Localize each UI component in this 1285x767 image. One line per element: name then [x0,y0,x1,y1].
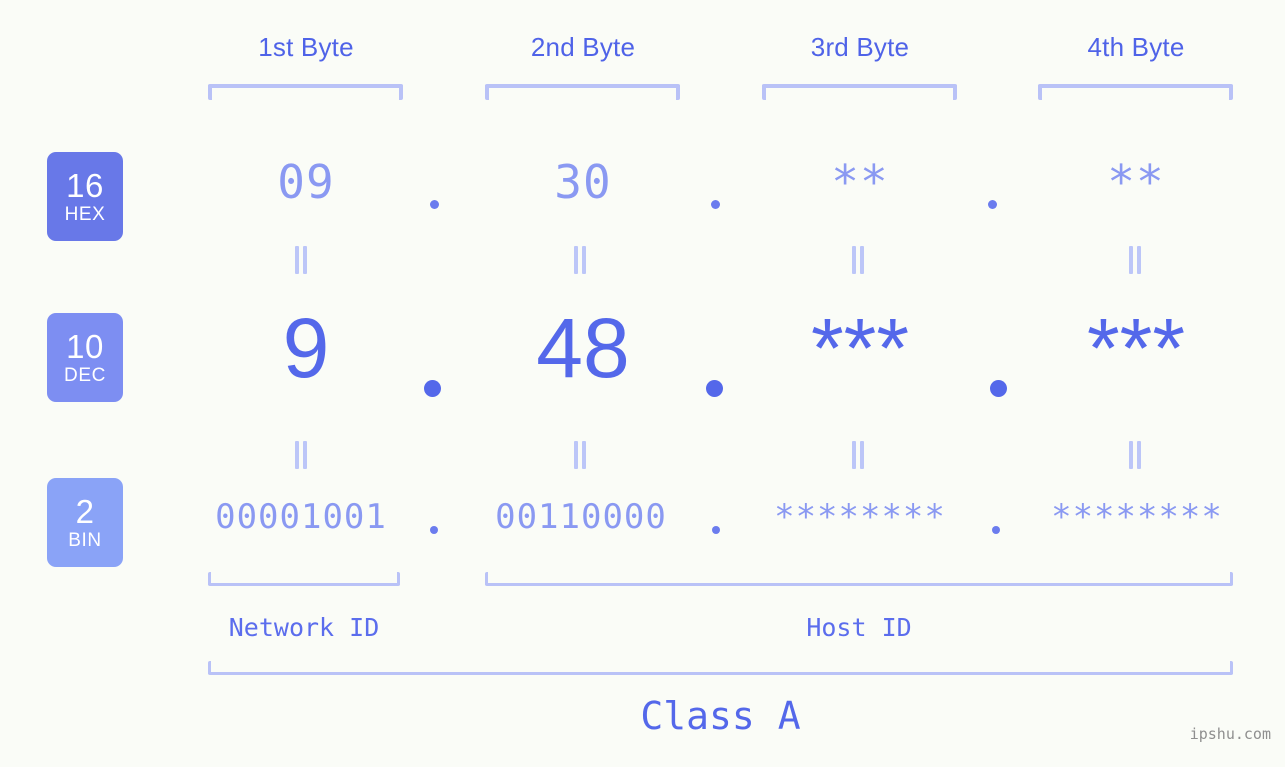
host-id-bracket [485,572,1233,586]
class-bracket [208,661,1233,675]
byte-bracket-1 [208,84,403,100]
hex-byte-2: 30 [554,155,612,209]
equals-icon-dec-bin-3 [850,441,866,469]
base-badge-bin-number: 2 [75,493,95,530]
byte-bracket-4 [1038,84,1233,100]
equals-icon-hex-dec-1 [293,246,309,274]
equals-icon-hex-dec-4 [1127,246,1143,274]
base-badge-hex-number: 16 [66,167,104,204]
byte-header-3: 3rd Byte [810,32,910,62]
hex-separator-dot-2 [711,200,720,209]
dec-separator-dot-2 [706,380,723,397]
dec-byte-3: *** [810,301,910,395]
bin-separator-dot-2 [712,526,720,534]
equals-icon-hex-dec-3 [850,246,866,274]
dec-separator-dot-3 [990,380,1007,397]
base-badge-hex-abbr: HEX [64,204,106,225]
base-badge-hex: 16 HEX [47,152,123,241]
byte-bracket-2 [485,84,680,100]
site-watermark: ipshu.com [1189,725,1271,743]
base-badge-bin-abbr: BIN [68,530,102,551]
dec-byte-4: *** [1086,301,1186,395]
base-badge-dec: 10 DEC [47,313,123,402]
bin-byte-4: ******** [1051,497,1223,537]
bin-byte-1: 00001001 [215,497,387,537]
bin-byte-3: ******** [774,497,946,537]
dec-separator-dot-1 [424,380,441,397]
byte-header-4: 4th Byte [1087,32,1185,62]
bin-separator-dot-1 [430,526,438,534]
base-badge-dec-number: 10 [66,328,104,365]
equals-icon-dec-bin-1 [293,441,309,469]
byte-header-1: 1st Byte [258,32,354,62]
base-badge-bin: 2 BIN [47,478,123,567]
base-badge-dec-abbr: DEC [64,365,106,386]
byte-bracket-3 [762,84,957,100]
hex-byte-3: ** [831,155,889,209]
equals-icon-dec-bin-2 [572,441,588,469]
hex-separator-dot-1 [430,200,439,209]
network-id-bracket [208,572,400,586]
equals-icon-dec-bin-4 [1127,441,1143,469]
byte-header-2: 2nd Byte [530,32,636,62]
network-id-label: Network ID [228,613,380,642]
class-label: Class A [640,694,801,738]
hex-byte-1: 09 [277,155,335,209]
bin-byte-2: 00110000 [495,497,667,537]
host-id-label: Host ID [806,613,912,642]
equals-icon-hex-dec-2 [572,246,588,274]
hex-separator-dot-3 [988,200,997,209]
bin-separator-dot-3 [992,526,1000,534]
dec-byte-2: 48 [536,301,630,395]
ip-byte-diagram: 1st Byte 2nd Byte 3rd Byte 4th Byte 16 H… [0,0,1285,767]
dec-byte-1: 9 [282,301,330,395]
hex-byte-4: ** [1107,155,1165,209]
